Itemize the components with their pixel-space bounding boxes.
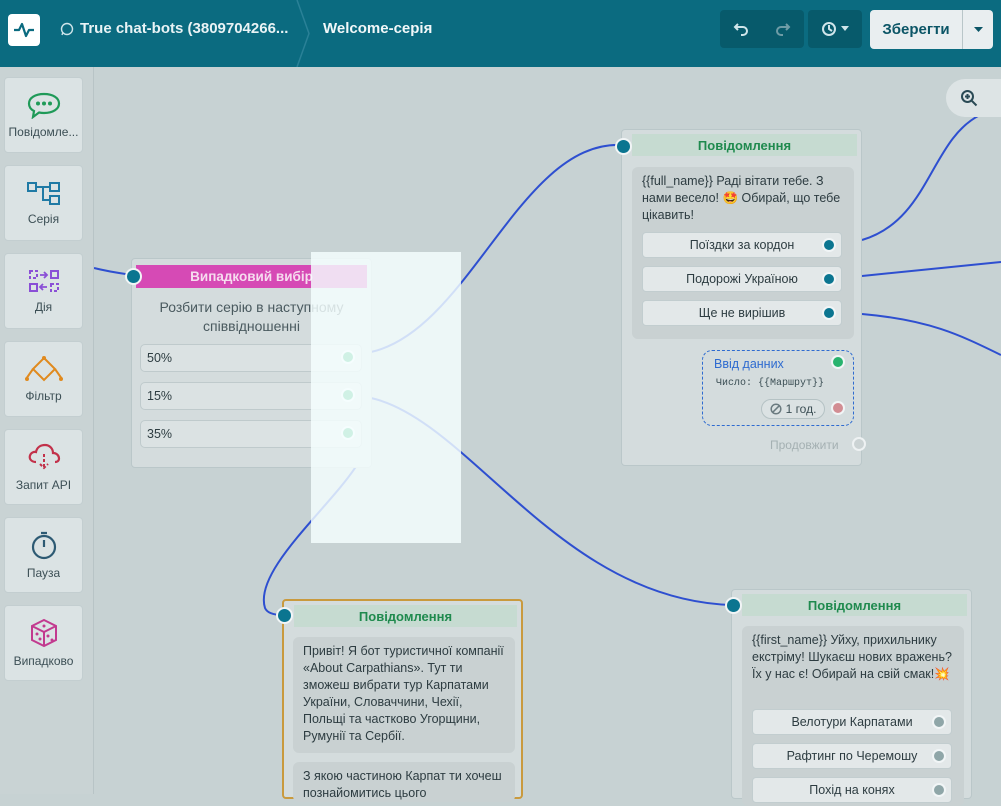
tool-filter[interactable]: Фільтр	[4, 341, 83, 417]
input-port[interactable]	[125, 268, 142, 285]
save-group: Зберегти	[870, 10, 993, 49]
node-title: Повідомлення	[742, 594, 967, 616]
input-port[interactable]	[725, 597, 742, 614]
action-icon	[28, 270, 59, 292]
app-logo-icon[interactable]	[8, 14, 40, 46]
history-button[interactable]	[808, 10, 862, 48]
message-node[interactable]: Повідомлення {{first_name}} Уйху, прихил…	[731, 589, 972, 806]
stopwatch-icon	[31, 531, 56, 560]
connector-line	[861, 109, 1001, 241]
undo-icon	[733, 23, 748, 36]
message-text: Привіт! Я бот туристичної компанії «Abou…	[303, 644, 504, 743]
message-node[interactable]: Повідомлення {{full_name}} Раді вітати т…	[621, 129, 866, 466]
input-port[interactable]	[276, 607, 293, 624]
tool-label: Повідомле...	[8, 125, 79, 139]
top-bar: True chat-bots (3809704266... Welcome-се…	[0, 0, 1001, 67]
tool-action[interactable]: Дія	[4, 253, 83, 329]
message-text: {{first_name}} Уйху, прихильнику екстрім…	[752, 633, 952, 681]
message-bubble[interactable]: З якою частиною Карпат ти хочеш познайом…	[293, 762, 515, 802]
tool-label: Запит API	[15, 478, 72, 492]
node-title: Повідомлення	[294, 605, 517, 627]
button-label: Велотури Карпатами	[791, 715, 913, 729]
input-port[interactable]	[615, 138, 632, 155]
zoom-in-icon	[961, 90, 978, 107]
message-node[interactable]: Повідомлення Привіт! Я бот туристичної к…	[282, 599, 523, 802]
message-bubble[interactable]: Привіт! Я бот туристичної компанії «Abou…	[293, 637, 515, 753]
no-entry-icon	[770, 403, 782, 415]
whatsapp-icon	[60, 22, 74, 36]
output-port[interactable]	[822, 306, 836, 320]
tool-label: Фільтр	[25, 389, 62, 403]
flow-icon	[26, 182, 60, 205]
tool-pause[interactable]: Пауза	[4, 517, 83, 593]
timeout-badge[interactable]: 1 год.	[761, 399, 825, 419]
tool-random[interactable]: Випадково	[4, 605, 83, 681]
dice-icon	[30, 618, 57, 648]
button-label: Ще не вирішив	[698, 306, 786, 320]
tool-label: Серія	[27, 212, 60, 226]
connector-line	[861, 261, 1001, 277]
timeout-label: 1 год.	[785, 402, 817, 416]
button-label: Похід на конях	[809, 783, 895, 797]
quick-reply-button[interactable]: Похід на конях	[752, 777, 952, 803]
tool-label: Випадково	[13, 654, 74, 668]
split-option-label: 50%	[147, 351, 173, 365]
breadcrumb-separator	[296, 0, 310, 67]
tool-message[interactable]: Повідомле...	[4, 77, 83, 153]
continue-port[interactable]	[852, 437, 866, 451]
message-text: {{full_name}} Раді вітати тебе. З нами в…	[642, 174, 841, 222]
undo-redo-group	[720, 10, 804, 48]
output-port[interactable]	[932, 749, 946, 763]
selection-highlight	[311, 252, 461, 543]
continue-label: Продовжити	[770, 438, 839, 452]
output-port[interactable]	[932, 783, 946, 797]
data-input-block[interactable]: Ввід данних Число: {{Маршрут}} 1 год.	[702, 350, 854, 426]
quick-reply-button[interactable]: Рафтинг по Черемошу	[752, 743, 952, 769]
block-palette-sidebar: Повідомле... Серія Дія Фільтр Запит API …	[0, 67, 94, 794]
output-port[interactable]	[932, 715, 946, 729]
split-option-label: 35%	[147, 427, 173, 441]
save-button[interactable]: Зберегти	[870, 10, 963, 49]
cloud-api-icon	[28, 443, 60, 470]
button-label: Поїздки за кордон	[689, 238, 795, 252]
history-icon	[822, 22, 836, 36]
node-title: Повідомлення	[632, 134, 857, 156]
tool-api-request[interactable]: Запит API	[4, 429, 83, 505]
caret-down-icon	[973, 26, 983, 32]
quick-reply-button[interactable]: Поїздки за кордон	[642, 232, 842, 258]
tool-label: Пауза	[26, 566, 61, 580]
quick-reply-button[interactable]: Ще не вирішив	[642, 300, 842, 326]
redo-button[interactable]	[762, 10, 804, 48]
timeout-port[interactable]	[831, 401, 845, 415]
save-dropdown-button[interactable]	[963, 10, 993, 49]
undo-button[interactable]	[720, 10, 762, 48]
chat-bubble-icon	[27, 92, 60, 119]
tool-series[interactable]: Серія	[4, 165, 83, 241]
redo-icon	[776, 23, 791, 36]
message-text: З якою частиною Карпат ти хочеш познайом…	[303, 769, 502, 800]
quick-reply-button[interactable]: Подорожі Україною	[642, 266, 842, 292]
output-port[interactable]	[822, 238, 836, 252]
split-option-label: 15%	[147, 389, 173, 403]
output-port[interactable]	[822, 272, 836, 286]
filter-icon	[24, 356, 63, 382]
data-input-title: Ввід данних	[714, 357, 784, 371]
bot-name[interactable]: True chat-bots (3809704266...	[80, 20, 288, 37]
quick-reply-button[interactable]: Велотури Карпатами	[752, 709, 952, 735]
tool-label: Дія	[34, 300, 53, 314]
button-label: Подорожі Україною	[686, 272, 798, 286]
data-input-variable: Число: {{Маршрут}}	[716, 378, 825, 389]
button-label: Рафтинг по Черемошу	[786, 749, 918, 763]
connector-line	[861, 313, 1001, 356]
zoom-in-button[interactable]	[946, 79, 1001, 117]
output-port[interactable]	[831, 355, 845, 369]
series-name[interactable]: Welcome-серія	[323, 20, 432, 37]
caret-down-icon	[841, 26, 849, 31]
